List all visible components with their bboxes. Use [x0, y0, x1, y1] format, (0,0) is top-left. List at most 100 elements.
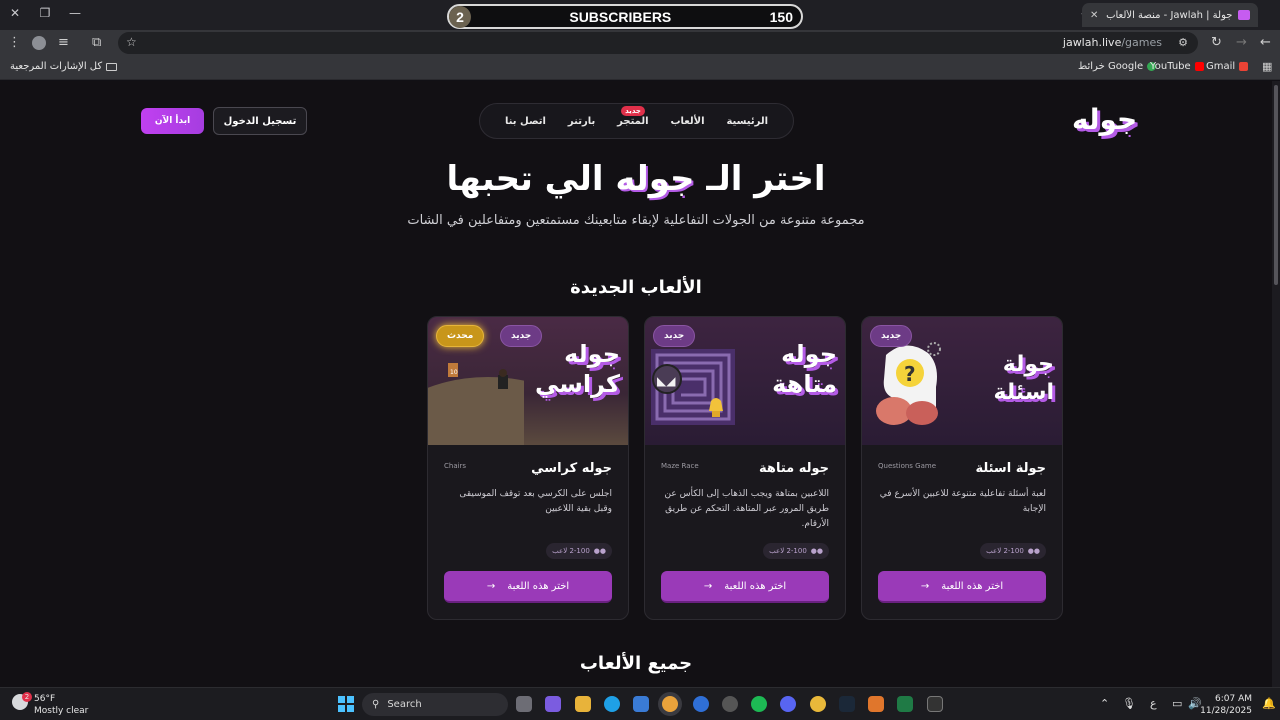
- forward-icon[interactable]: →: [1236, 35, 1247, 50]
- edge-icon[interactable]: [604, 696, 620, 712]
- bookmark-maps[interactable]: خرائط Google: [1078, 61, 1157, 72]
- network-icon[interactable]: ▭: [1172, 697, 1182, 710]
- game-card-chairs[interactable]: 10 جوله كراسي جديد محدث جوله كراسي Chair…: [427, 316, 629, 620]
- profile-avatar[interactable]: [32, 36, 46, 50]
- taskbar-clock[interactable]: 6:07 AM 11/28/2025: [1200, 693, 1252, 717]
- new-games-title: الألعاب الجديدة: [570, 277, 702, 298]
- chrome-icon[interactable]: [662, 696, 678, 712]
- nav-store[interactable]: المتجر جديد: [617, 105, 649, 127]
- svg-text:◣◢: ◣◢: [657, 374, 676, 388]
- weather-temp: 56°F: [34, 694, 56, 704]
- card-image: ◣◢ جوله متاهة جديد: [645, 317, 845, 445]
- bookmark-gmail-label: Gmail: [1206, 61, 1236, 72]
- taskbar-search[interactable]: ⚲ Search: [362, 693, 508, 716]
- players-count: 2-100 لاعب: [552, 547, 590, 555]
- game-card-questions[interactable]: ? جولة اسئلة جديد جولة اسئلة Questions G…: [861, 316, 1063, 620]
- start-now-button[interactable]: ابدأ الآن: [141, 108, 204, 134]
- menu-icon[interactable]: ⋮: [8, 35, 21, 50]
- users-icon: ●●: [593, 547, 606, 555]
- apps-grid-icon[interactable]: ▦: [1262, 60, 1272, 73]
- close-window-icon[interactable]: ✕: [6, 6, 24, 20]
- game-card-maze[interactable]: ◣◢ جوله متاهة جديد جوله متاهة Maze Race …: [644, 316, 846, 620]
- excel-icon[interactable]: [897, 696, 913, 712]
- task-view-icon[interactable]: [516, 696, 532, 712]
- search-label: Search: [387, 699, 422, 710]
- new-badge: جديد: [653, 325, 696, 347]
- discord-canary-icon[interactable]: [810, 696, 826, 712]
- card-english-name: Chairs: [444, 462, 467, 470]
- store-icon[interactable]: [633, 696, 649, 712]
- nav-contact[interactable]: اتصل بنا: [505, 116, 546, 127]
- spotify-icon[interactable]: [751, 696, 767, 712]
- main-nav: الرئيسية الألعاب المتجر جديد بارتنر اتصل…: [479, 103, 794, 139]
- card-art-line: جوله: [564, 340, 620, 368]
- arrow-right-icon: →: [703, 580, 713, 592]
- players-count: 2-100 لاعب: [769, 547, 807, 555]
- back-icon[interactable]: ←: [1260, 35, 1271, 50]
- all-bookmarks[interactable]: كل الإشارات المرجعية: [10, 61, 118, 72]
- hero-prefix: اختر الـ: [706, 159, 826, 199]
- login-button[interactable]: تسجيل الدخول: [213, 107, 307, 135]
- bookmark-youtube[interactable]: YouTube: [1150, 61, 1204, 72]
- choose-game-button[interactable]: اختر هذه اللعبة →: [878, 571, 1046, 603]
- file-explorer-icon[interactable]: [575, 696, 591, 712]
- bookmark-maps-label: خرائط Google: [1078, 61, 1144, 72]
- card-title: جوله كراسي: [531, 461, 612, 476]
- url-text[interactable]: jawlah.live/games: [1063, 36, 1162, 49]
- card-description: لعبة أسئلة تفاعلية متنوعة للاعبين الأسرع…: [879, 489, 1046, 514]
- page-scrollbar[interactable]: [1272, 81, 1280, 687]
- reading-list-icon[interactable]: ≡: [58, 35, 69, 50]
- new-badge: جديد: [500, 325, 543, 347]
- clock-time: 6:07 AM: [1215, 694, 1252, 704]
- restore-window-icon[interactable]: ❐: [36, 6, 54, 20]
- card-image: ? جولة اسئلة جديد: [862, 317, 1062, 445]
- tab-favicon-icon: [1238, 10, 1250, 20]
- bookmark-gmail[interactable]: Gmail: [1206, 61, 1249, 72]
- card-art-line: جولة: [1002, 352, 1054, 377]
- card-art-title: جوله متاهة: [772, 339, 837, 399]
- nav-games[interactable]: الألعاب: [670, 116, 704, 127]
- search-icon: ⚲: [372, 699, 380, 710]
- weather-alert-badge: 2: [22, 692, 32, 702]
- nav-partner[interactable]: بارتنر: [568, 116, 595, 127]
- updated-badge: محدث: [436, 325, 485, 347]
- reload-icon[interactable]: ↻: [1211, 35, 1222, 50]
- input-language[interactable]: ع: [1150, 697, 1157, 710]
- maze-icon: ◣◢: [649, 335, 737, 427]
- card-description: اجلس على الكرسي بعد توقف الموسيقى وقبل ب…: [459, 489, 612, 514]
- app-icon[interactable]: [693, 696, 709, 712]
- choose-game-button[interactable]: اختر هذه اللعبة →: [661, 571, 829, 603]
- card-description: اللاعبين بمتاهة ويجب الذهاب إلى الكأس عن…: [664, 489, 829, 529]
- browser-tab[interactable]: جولة | Jawlah - منصة الألعاب الت... ✕: [1082, 3, 1258, 27]
- copilot-icon[interactable]: [545, 696, 561, 712]
- nav-home[interactable]: الرئيسية: [726, 116, 768, 127]
- steam-icon[interactable]: [839, 696, 855, 712]
- site-info-icon[interactable]: ⚙: [1178, 36, 1188, 49]
- card-title: جولة اسئلة: [975, 461, 1046, 476]
- svg-text:10: 10: [450, 369, 458, 376]
- microphone-icon[interactable]: 🎙: [1122, 697, 1136, 710]
- discord-icon[interactable]: [780, 696, 796, 712]
- site-logo[interactable]: جوله: [1072, 103, 1137, 136]
- url-host: jawlah.live: [1062, 36, 1122, 49]
- github-icon[interactable]: [722, 696, 738, 712]
- hero-title: اختر الـ جوله الي تحبها: [0, 159, 1272, 199]
- subscribers-overlay: 2 SUBSCRIBERS 150: [447, 4, 803, 29]
- address-bar-row: ⋮ ≡ ⧉ ☆ jawlah.live/games ⚙ ↻ → ←: [0, 30, 1280, 56]
- minimize-window-icon[interactable]: —: [66, 6, 84, 20]
- terminal-icon[interactable]: [927, 696, 943, 712]
- scrollbar-thumb[interactable]: [1274, 85, 1278, 285]
- tray-overflow-icon[interactable]: ⌃: [1100, 697, 1109, 710]
- choose-game-button[interactable]: اختر هذه اللعبة →: [444, 571, 612, 603]
- extensions-icon[interactable]: ⧉: [92, 35, 101, 50]
- bookmark-star-icon[interactable]: ☆: [126, 35, 137, 49]
- omnibox[interactable]: ☆ jawlah.live/games ⚙: [118, 32, 1198, 54]
- folder-icon: [106, 62, 118, 71]
- youtube-icon: [1194, 62, 1204, 71]
- all-games-title: جميع الألعاب: [579, 653, 693, 674]
- windows-start-icon[interactable]: [338, 696, 354, 712]
- arrow-right-icon: →: [920, 580, 930, 592]
- toolbox-icon[interactable]: [868, 696, 884, 712]
- tab-close-icon[interactable]: ✕: [1090, 10, 1098, 21]
- notification-bell-icon[interactable]: 🔔: [1262, 697, 1276, 710]
